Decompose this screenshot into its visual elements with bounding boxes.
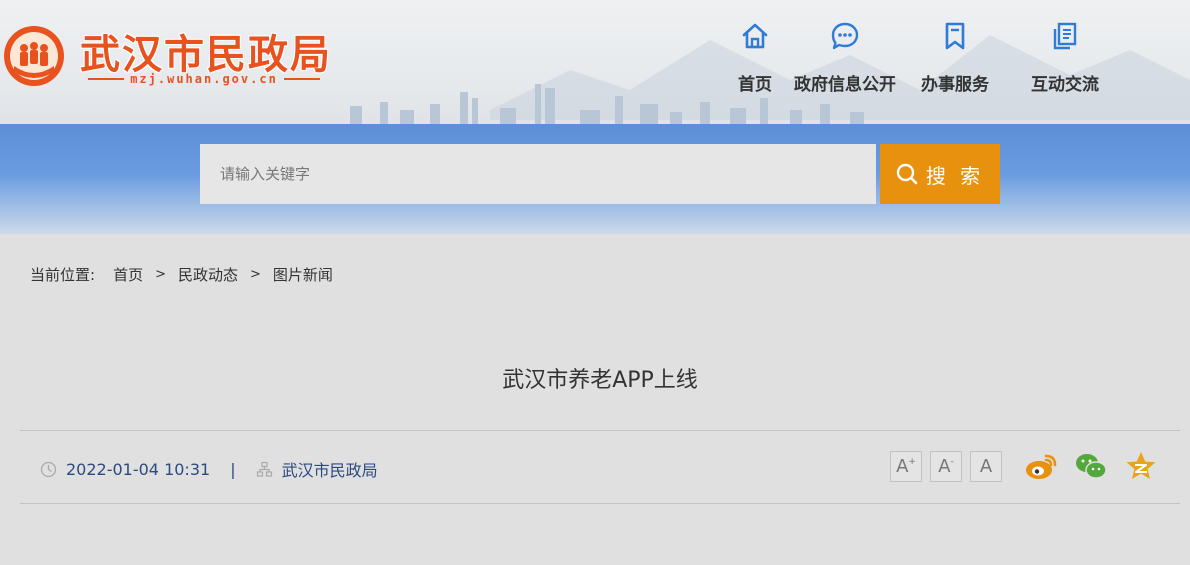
nav-label: 政府信息公开 [794, 75, 896, 95]
divider-top [20, 430, 1180, 431]
weibo-icon[interactable] [1024, 450, 1058, 482]
breadcrumb-item-civil-news[interactable]: 民政动态 [178, 264, 238, 285]
site-header: 武汉市民政局 mzj.wuhan.gov.cn 首页 政府信息公开 办事服务 互… [0, 0, 1190, 124]
breadcrumb-separator: > [155, 267, 166, 282]
meta-separator: | [230, 459, 236, 479]
font-decrease-button[interactable]: A- [930, 451, 962, 482]
qzone-icon[interactable] [1124, 450, 1158, 482]
breadcrumb-separator: > [250, 267, 261, 282]
nav-item-interaction[interactable]: 互动交流 [1010, 20, 1120, 95]
nav-item-gov-info[interactable]: 政府信息公开 [790, 20, 900, 95]
search-icon [896, 163, 918, 185]
breadcrumb: 当前位置: 首页 > 民政动态 > 图片新闻 [30, 264, 333, 285]
message-icon [831, 22, 859, 50]
search-input[interactable] [200, 144, 876, 204]
article-title: 武汉市养老APP上线 [502, 368, 698, 393]
font-button-label: A [938, 456, 951, 477]
main-nav: 首页 政府信息公开 办事服务 互动交流 [720, 20, 1120, 95]
font-increase-button[interactable]: A + [890, 451, 922, 482]
organization-icon [256, 461, 272, 477]
documents-icon [1053, 22, 1077, 50]
search-button[interactable]: 搜 索 [880, 144, 1000, 204]
nav-label: 办事服务 [921, 75, 989, 95]
font-button-modifier: - [950, 456, 954, 467]
font-button-label: A [979, 456, 993, 477]
share-bar [1024, 450, 1158, 482]
bookmark-icon [945, 22, 965, 50]
nav-label: 互动交流 [1031, 75, 1099, 95]
site-domain-line: mzj.wuhan.gov.cn [88, 70, 320, 88]
clock-icon [40, 461, 57, 477]
breadcrumb-item-photo-news[interactable]: 图片新闻 [273, 264, 333, 285]
home-icon [742, 23, 768, 49]
font-button-modifier: + [908, 456, 916, 467]
article-source: 武汉市民政局 [281, 461, 378, 480]
font-size-controls: A + A- A [890, 451, 1002, 482]
search-button-label: 搜 索 [925, 163, 985, 188]
nav-item-services[interactable]: 办事服务 [900, 20, 1010, 95]
wechat-icon[interactable] [1074, 450, 1108, 482]
divider-bottom [20, 503, 1180, 504]
domain-rule-right [283, 78, 320, 80]
nav-item-home[interactable]: 首页 [720, 20, 790, 95]
breadcrumb-item-home[interactable]: 首页 [113, 264, 143, 285]
article-datetime: 2022-01-04 10:31 [66, 459, 211, 479]
breadcrumb-prefix: 当前位置: [30, 266, 96, 284]
domain-rule-left [88, 78, 125, 80]
site-domain: mzj.wuhan.gov.cn [130, 72, 278, 86]
nav-label: 首页 [738, 75, 772, 95]
article-meta: 2022-01-04 10:31 | 武汉市民政局 [40, 457, 378, 481]
font-button-label: A [896, 456, 909, 477]
bureau-logo [4, 26, 64, 86]
search-band: 搜 索 [0, 124, 1190, 234]
font-reset-button[interactable]: A [970, 451, 1002, 482]
